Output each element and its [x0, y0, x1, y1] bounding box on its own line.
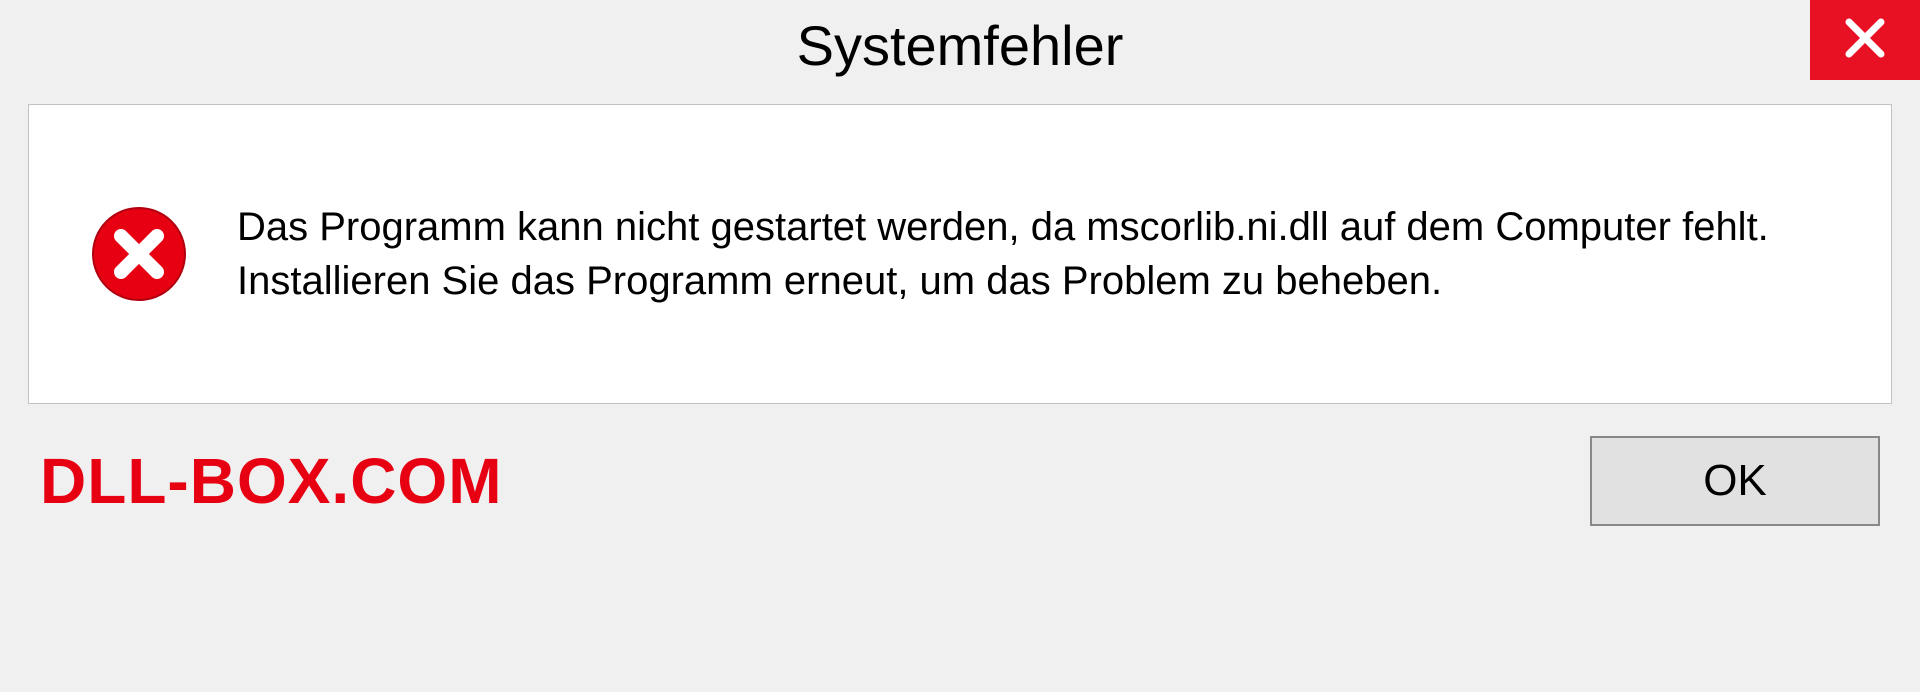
- footer: DLL-BOX.COM OK: [0, 404, 1920, 526]
- ok-button[interactable]: OK: [1590, 436, 1880, 526]
- error-message: Das Programm kann nicht gestartet werden…: [237, 200, 1841, 308]
- titlebar: Systemfehler: [0, 0, 1920, 90]
- close-button[interactable]: [1810, 0, 1920, 80]
- error-icon: [89, 204, 189, 304]
- ok-button-label: OK: [1703, 456, 1767, 506]
- watermark-text: DLL-BOX.COM: [40, 444, 503, 518]
- close-icon: [1841, 14, 1889, 67]
- dialog-title: Systemfehler: [797, 13, 1124, 78]
- message-panel: Das Programm kann nicht gestartet werden…: [28, 104, 1892, 404]
